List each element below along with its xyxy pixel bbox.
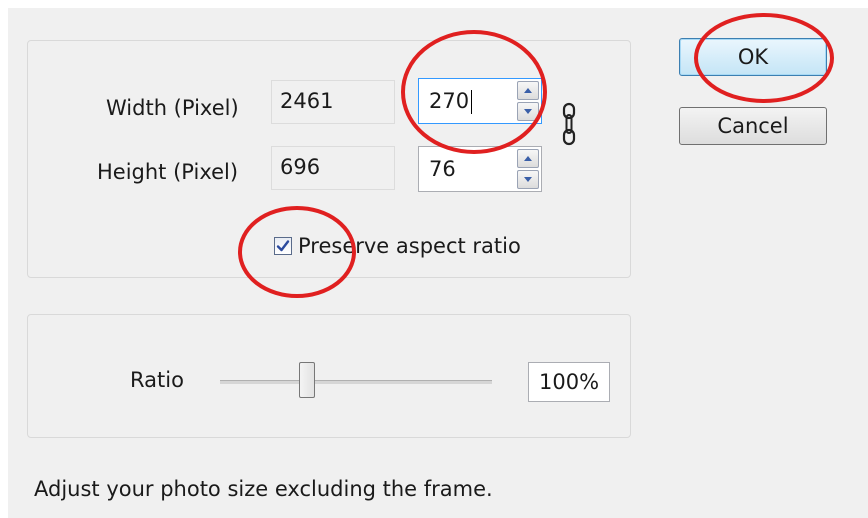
hint-text: Adjust your photo size excluding the fra… [34, 477, 493, 501]
ratio-percent-field[interactable]: 100% [528, 362, 610, 402]
link-chain-icon[interactable] [562, 102, 576, 146]
text-caret [471, 90, 473, 114]
new-width-spinner[interactable]: 270 [418, 78, 542, 124]
height-increment-button[interactable] [517, 149, 539, 168]
new-height-value[interactable]: 76 [429, 147, 456, 191]
ratio-slider-thumb[interactable] [299, 362, 316, 398]
preserve-aspect-label[interactable]: Preserve aspect ratio [298, 234, 521, 258]
width-increment-button[interactable] [517, 81, 539, 100]
ok-button[interactable]: OK [679, 38, 827, 76]
arrow-down-icon [524, 177, 532, 182]
preserve-aspect-checkbox[interactable] [274, 237, 292, 255]
arrow-down-icon [524, 109, 532, 114]
ratio-label: Ratio [130, 368, 184, 392]
height-decrement-button[interactable] [517, 170, 539, 189]
width-decrement-button[interactable] [517, 102, 539, 121]
width-label: Width (Pixel) [106, 96, 239, 120]
new-width-value[interactable]: 270 [429, 89, 469, 113]
arrow-up-icon [524, 88, 532, 93]
original-width-field: 2461 [271, 80, 395, 124]
arrow-up-icon [524, 156, 532, 161]
new-height-spinner[interactable]: 76 [418, 146, 542, 192]
cancel-button[interactable]: Cancel [679, 107, 827, 145]
original-height-field: 696 [271, 146, 395, 190]
checkmark-icon [276, 240, 290, 252]
ratio-slider-track[interactable] [220, 380, 492, 384]
height-label: Height (Pixel) [97, 160, 239, 184]
